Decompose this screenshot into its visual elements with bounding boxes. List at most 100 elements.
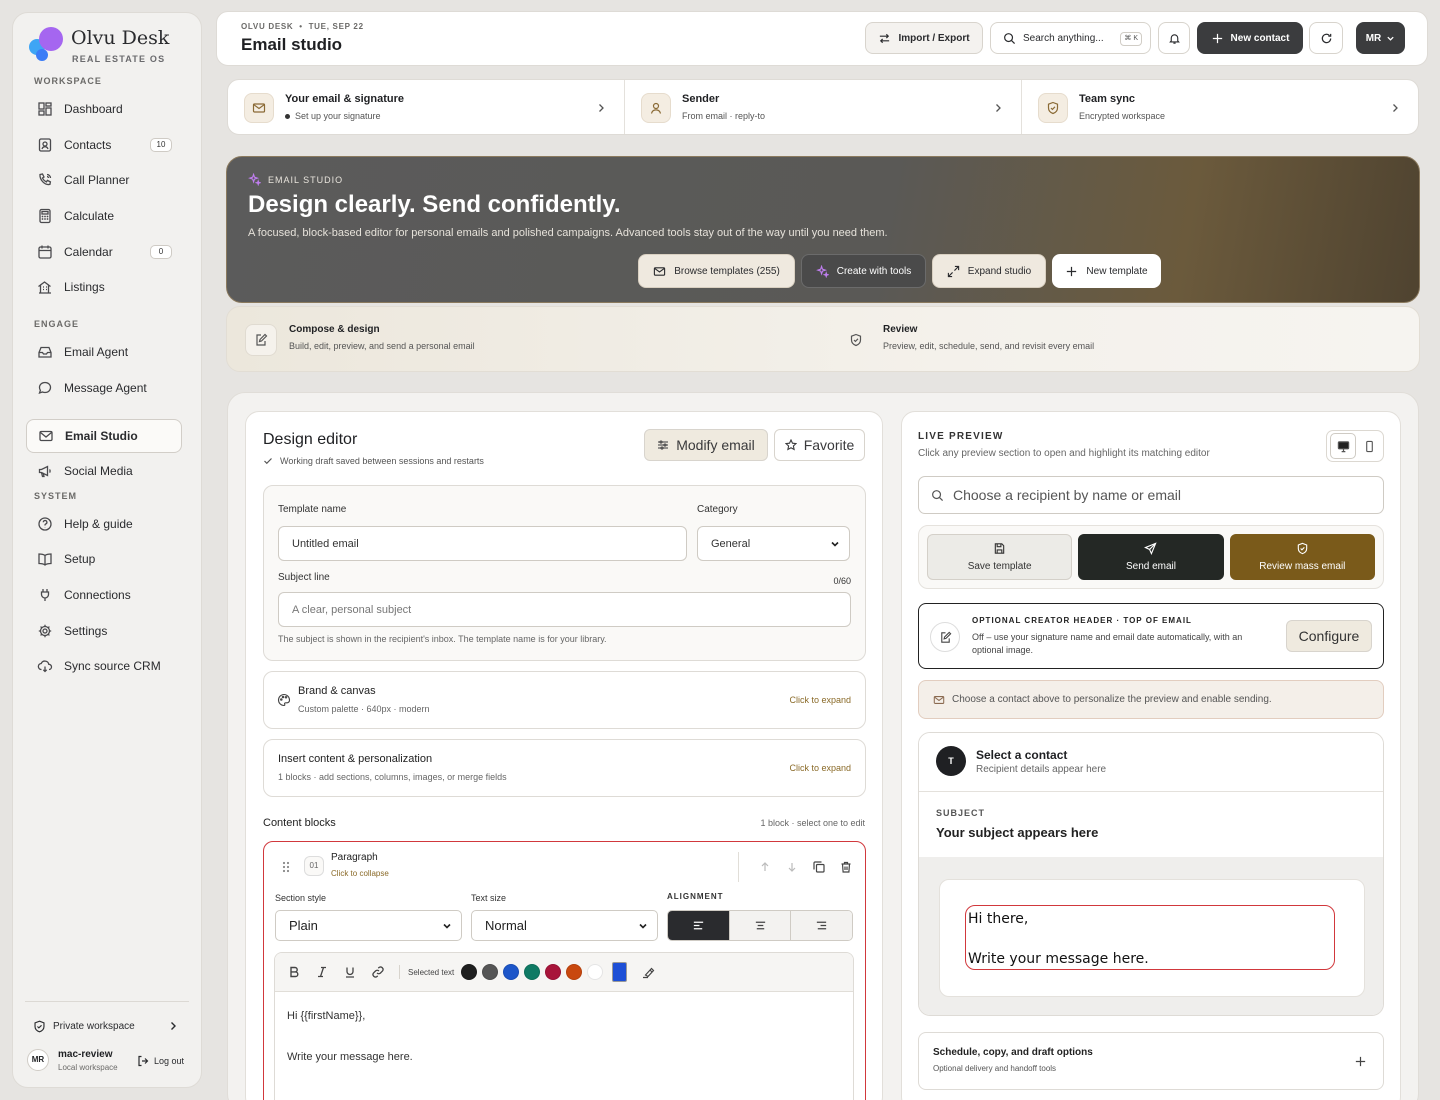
sidebar-item-sync-crm[interactable]: Sync source CRM bbox=[26, 650, 182, 682]
paragraph-block[interactable]: 01 Paragraph Click to collapse Section s… bbox=[263, 841, 866, 1100]
send-email-button[interactable]: Send email bbox=[1078, 534, 1224, 580]
preview-contact-header[interactable]: T Select a contact Recipient details app… bbox=[919, 733, 1383, 792]
user-menu-button[interactable]: MR bbox=[1356, 22, 1405, 54]
user-avatar[interactable]: MR bbox=[27, 1049, 49, 1071]
align-center-button[interactable] bbox=[729, 911, 792, 940]
sidebar-item-calendar[interactable]: Calendar 0 bbox=[26, 236, 182, 268]
save-template-button[interactable]: Save template bbox=[927, 534, 1073, 580]
preview-subject[interactable]: SUBJECT Your subject appears here bbox=[919, 792, 1383, 857]
plug-icon bbox=[37, 587, 53, 603]
favorite-button[interactable]: Favorite bbox=[774, 429, 865, 461]
configure-button[interactable]: Configure bbox=[1286, 620, 1372, 652]
mobile-view-button[interactable] bbox=[1356, 433, 1382, 459]
sidebar-item-label: Listings bbox=[64, 280, 105, 294]
sidebar-item-email-studio[interactable]: Email Studio bbox=[26, 419, 182, 453]
review-mass-email-button[interactable]: Review mass email bbox=[1229, 534, 1375, 580]
subject-input[interactable]: A clear, personal subject bbox=[278, 592, 851, 627]
color-swatch-black[interactable] bbox=[461, 964, 478, 980]
sidebar-item-settings[interactable]: Settings bbox=[26, 615, 182, 647]
gear-icon bbox=[37, 623, 53, 639]
notifications-button[interactable] bbox=[1158, 22, 1190, 54]
color-swatch-gray[interactable] bbox=[482, 964, 499, 980]
trash-icon[interactable] bbox=[839, 860, 853, 874]
duplicate-icon[interactable] bbox=[812, 860, 826, 874]
color-swatch-crimson[interactable] bbox=[545, 964, 562, 980]
brand-canvas-expand[interactable]: Click to expand bbox=[789, 695, 851, 705]
setup-card-sender[interactable]: Sender From email · reply-to bbox=[625, 80, 1022, 134]
color-swatch-teal[interactable] bbox=[524, 964, 541, 980]
search-input[interactable]: Search anything... ⌘ K bbox=[990, 22, 1151, 54]
contact-avatar: T bbox=[936, 746, 966, 776]
insert-content-section[interactable]: Insert content & personalization 1 block… bbox=[263, 739, 866, 797]
category-select[interactable]: General bbox=[697, 526, 850, 561]
import-export-label: Import / Export bbox=[898, 32, 970, 44]
create-with-tools-button[interactable]: Create with tools bbox=[801, 254, 926, 288]
underline-icon[interactable] bbox=[343, 965, 357, 979]
modify-email-button[interactable]: Modify email bbox=[644, 429, 768, 461]
recipient-search-input[interactable]: Choose a recipient by name or email bbox=[918, 476, 1384, 514]
preview-paragraph-block[interactable]: Hi there, Write your message here. bbox=[965, 905, 1335, 970]
subject-char-count: 0/60 bbox=[833, 576, 851, 586]
desktop-view-button[interactable] bbox=[1330, 433, 1356, 459]
creator-icon-wrap bbox=[930, 622, 960, 652]
new-contact-button[interactable]: New contact bbox=[1197, 22, 1303, 54]
sidebar-item-listings[interactable]: Listings bbox=[26, 271, 182, 303]
import-export-button[interactable]: Import / Export bbox=[865, 22, 983, 54]
sidebar-item-call-planner[interactable]: Call Planner bbox=[26, 164, 182, 196]
editor-body-text[interactable]: Hi {{firstName}}, Write your message her… bbox=[275, 992, 853, 1081]
text-size-select[interactable]: Normal bbox=[471, 910, 658, 941]
section-style-select[interactable]: Plain bbox=[275, 910, 462, 941]
move-up-icon[interactable] bbox=[758, 860, 772, 874]
step-review-title[interactable]: Review bbox=[883, 324, 917, 335]
bold-icon[interactable] bbox=[287, 965, 301, 979]
color-swatch-orange[interactable] bbox=[566, 964, 583, 980]
color-swatch-white[interactable] bbox=[587, 964, 604, 980]
calculator-icon bbox=[37, 208, 53, 224]
template-name-input[interactable]: Untitled email bbox=[278, 526, 687, 561]
sidebar-item-setup[interactable]: Setup bbox=[26, 543, 182, 575]
sidebar-item-social-media[interactable]: Social Media bbox=[26, 455, 182, 487]
align-right-button[interactable] bbox=[791, 911, 852, 940]
drag-handle-icon[interactable] bbox=[280, 860, 292, 874]
brand-canvas-sub: Custom palette · 640px · modern bbox=[298, 704, 430, 714]
subject-hint: The subject is shown in the recipient's … bbox=[278, 634, 607, 644]
setup-card-signature[interactable]: Your email & signature Set up your signa… bbox=[228, 80, 625, 134]
sidebar-item-calculate[interactable]: Calculate bbox=[26, 200, 182, 232]
content-blocks-title: Content blocks bbox=[263, 817, 336, 829]
sidebar-item-label: Message Agent bbox=[64, 381, 147, 395]
brand-logo[interactable]: Olvu Desk REAL ESTATE OS bbox=[29, 27, 199, 75]
clear-format-icon[interactable] bbox=[641, 965, 655, 979]
align-left-button[interactable] bbox=[668, 911, 730, 940]
insert-content-expand[interactable]: Click to expand bbox=[789, 763, 851, 773]
color-swatch-blue[interactable] bbox=[503, 964, 520, 980]
logout-button[interactable]: Log out bbox=[137, 1055, 184, 1067]
schedule-options-section[interactable]: Schedule, copy, and draft options Option… bbox=[918, 1032, 1384, 1090]
creator-header-section[interactable]: OPTIONAL CREATOR HEADER · TOP OF EMAIL O… bbox=[918, 603, 1384, 669]
link-icon[interactable] bbox=[371, 965, 385, 979]
sidebar-item-contacts[interactable]: Contacts 10 bbox=[26, 129, 182, 161]
sidebar-item-label: Sync source CRM bbox=[64, 659, 161, 673]
step-compose-title[interactable]: Compose & design bbox=[289, 324, 380, 335]
private-workspace-toggle[interactable]: Private workspace bbox=[33, 1016, 185, 1036]
refresh-button[interactable] bbox=[1309, 22, 1343, 54]
browse-templates-button[interactable]: Browse templates (255) bbox=[638, 254, 795, 288]
sparkles-icon bbox=[815, 264, 829, 278]
sidebar-item-dashboard[interactable]: Dashboard bbox=[26, 93, 182, 125]
italic-icon[interactable] bbox=[315, 965, 329, 979]
expand-studio-button[interactable]: Expand studio bbox=[932, 254, 1046, 288]
new-template-button[interactable]: New template bbox=[1052, 254, 1161, 288]
block-collapse-link[interactable]: Click to collapse bbox=[331, 869, 389, 878]
sidebar-item-help[interactable]: Help & guide bbox=[26, 508, 182, 540]
setup-card-team-sync[interactable]: Team sync Encrypted workspace bbox=[1022, 80, 1418, 134]
block-number: 01 bbox=[304, 856, 324, 876]
toolbar-divider bbox=[399, 965, 400, 979]
brand-canvas-section[interactable]: Brand & canvas Custom palette · 640px · … bbox=[263, 671, 866, 729]
creator-header-title: OPTIONAL CREATOR HEADER · TOP OF EMAIL bbox=[972, 616, 1192, 625]
sidebar-item-message-agent[interactable]: Message Agent bbox=[26, 372, 182, 404]
move-down-icon[interactable] bbox=[785, 860, 799, 874]
sidebar-item-connections[interactable]: Connections bbox=[26, 579, 182, 611]
custom-color-picker[interactable] bbox=[612, 962, 628, 982]
mobile-icon bbox=[1363, 440, 1376, 453]
email-preview: T Select a contact Recipient details app… bbox=[918, 732, 1384, 1016]
sidebar-item-email-agent[interactable]: Email Agent bbox=[26, 336, 182, 368]
